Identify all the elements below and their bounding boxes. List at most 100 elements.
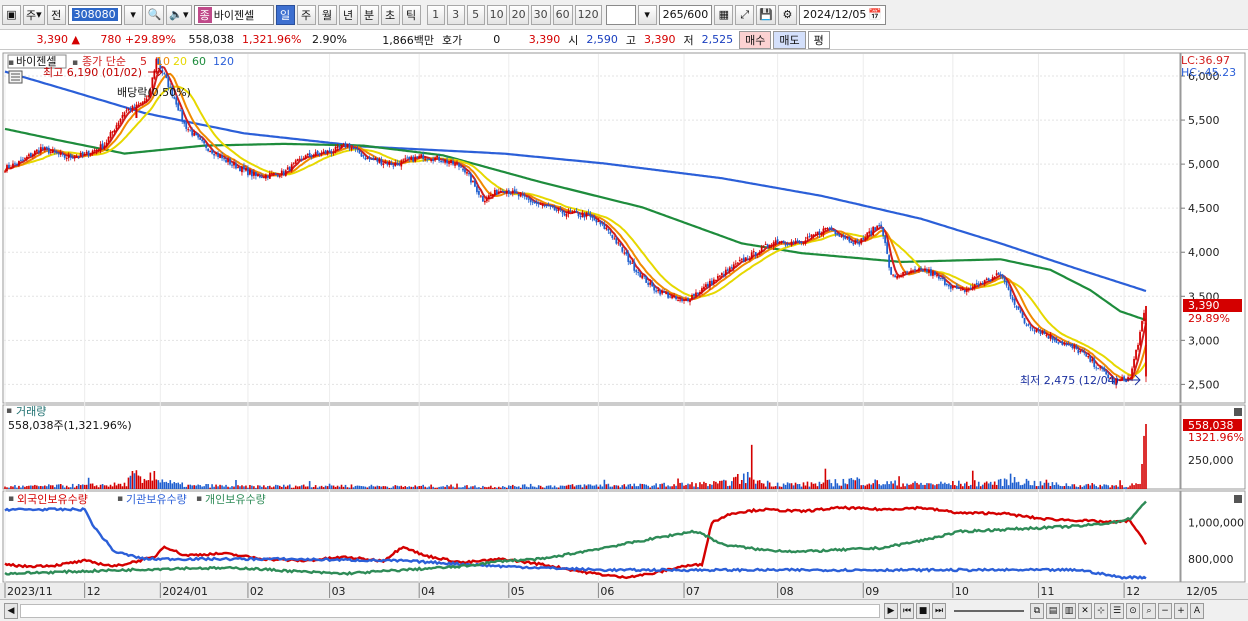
code-dropdown-icon[interactable]: ▾ — [123, 4, 143, 25]
volume-bar — [167, 483, 170, 489]
zoom-slider[interactable] — [954, 609, 1024, 612]
volume-bar — [948, 483, 950, 489]
speaker-icon[interactable]: 🔈▾ — [166, 4, 192, 25]
scroll-left-icon[interactable]: ◀ — [4, 602, 18, 619]
candle-body — [378, 159, 381, 163]
candle-body — [1101, 367, 1104, 369]
horizontal-scrollbar[interactable] — [20, 603, 880, 618]
volume-bar — [790, 483, 793, 489]
interval-dropdown-icon[interactable]: ▾ — [637, 4, 657, 25]
volume-bar — [519, 487, 522, 489]
volume-bar — [344, 484, 347, 489]
market-select[interactable]: 주 ▾ — [23, 4, 45, 25]
volume-bar — [717, 483, 719, 489]
search-icon[interactable]: 🔍 — [144, 4, 165, 25]
volume-panel-close-icon[interactable] — [1234, 408, 1242, 416]
eval-button[interactable]: 평 — [807, 30, 830, 49]
candle-body — [456, 163, 458, 165]
period-tab[interactable]: 년 — [338, 4, 358, 25]
count-field[interactable]: 265/600 — [658, 4, 713, 25]
volume-bar — [583, 484, 586, 489]
candle-body — [237, 167, 239, 169]
interval-button[interactable]: 30 — [530, 4, 551, 25]
period-tab[interactable]: 초 — [380, 4, 400, 25]
candle-body — [356, 148, 359, 150]
interval-button[interactable]: 60 — [552, 4, 573, 25]
zoom-out-icon[interactable]: − — [1158, 602, 1172, 619]
volume-bar — [237, 485, 239, 489]
candle-body — [641, 275, 644, 279]
period-tab[interactable]: 틱 — [401, 4, 421, 25]
volume-bar — [59, 484, 62, 489]
volume-bar — [101, 484, 104, 489]
stop-icon[interactable]: ■ — [916, 602, 930, 619]
interval-button[interactable]: 20 — [508, 4, 529, 25]
cross-icon[interactable]: ✕ — [1078, 602, 1092, 619]
name-field[interactable]: 종 바이젠셀 — [193, 4, 274, 25]
volume-bar — [796, 484, 799, 489]
prev-button[interactable]: 전 — [46, 4, 66, 25]
candle-body — [29, 153, 32, 157]
interval-button[interactable]: 10 — [486, 4, 507, 25]
chart-type-icon[interactable]: ▤ — [1046, 602, 1060, 619]
date-field[interactable]: 2024/12/05 📅 — [798, 4, 887, 25]
volume-bar — [187, 484, 189, 489]
interval-button[interactable]: 3 — [446, 4, 465, 25]
period-tab[interactable]: 분 — [359, 4, 379, 25]
interval-button[interactable]: 1 — [426, 4, 445, 25]
custom-interval-input[interactable] — [605, 4, 636, 25]
font-size-icon[interactable]: A — [1190, 602, 1204, 619]
period-tab[interactable]: 일 — [275, 4, 295, 25]
interval-button[interactable]: 120 — [574, 4, 602, 25]
candle-body — [438, 156, 440, 161]
candle-body — [288, 166, 291, 172]
volume-bar — [625, 486, 628, 489]
holdings-panel-close-icon[interactable] — [1234, 495, 1242, 503]
candle-body — [119, 118, 122, 123]
compare-icon[interactable]: ▥ — [1062, 602, 1076, 619]
volume-value: 558,038 — [188, 33, 235, 46]
save-icon[interactable]: 💾 — [756, 4, 776, 25]
volume-bar — [756, 480, 759, 489]
magnifier-icon[interactable]: ⌕ — [1142, 602, 1156, 619]
chart-area[interactable]: 6,0005,5005,0004,5004,0003,5003,0002,500… — [0, 52, 1248, 599]
calendar-icon[interactable]: 📅 — [868, 8, 882, 21]
candle-body — [1093, 358, 1096, 367]
candle-body — [943, 279, 946, 285]
list-icon[interactable]: ☰ — [1110, 602, 1124, 619]
volume-bar — [137, 475, 140, 489]
crosshair-icon[interactable]: ⊹ — [1094, 602, 1108, 619]
grid-icon[interactable]: ▦ — [714, 4, 734, 25]
pin-icon[interactable]: ⊙ — [1126, 602, 1140, 619]
candle-body — [549, 204, 552, 207]
buy-button[interactable]: 매수 — [739, 30, 772, 49]
layout-icon[interactable]: ▣ — [2, 4, 21, 25]
volume-bar — [488, 486, 490, 489]
volume-bar — [912, 482, 914, 489]
gear-icon[interactable]: ⚙ — [777, 4, 797, 25]
volume-bar — [163, 482, 166, 489]
sell-button[interactable]: 매도 — [773, 30, 806, 49]
candle-body — [585, 212, 588, 217]
volume-bar — [738, 483, 741, 489]
volume-bar — [1049, 486, 1052, 489]
volume-bar — [824, 468, 827, 489]
candle-body — [571, 212, 574, 214]
candle-body — [643, 275, 646, 277]
first-page-icon[interactable]: ⏮ — [900, 602, 914, 619]
candle-body — [748, 258, 751, 261]
tools-icon[interactable]: ⤢ — [735, 4, 755, 25]
scroll-right-icon[interactable]: ▶ — [884, 602, 898, 619]
split-icon[interactable]: ⧉ — [1030, 602, 1044, 619]
zoom-in-icon[interactable]: + — [1174, 602, 1188, 619]
volume-bar — [977, 481, 980, 489]
period-tab[interactable]: 주 — [296, 4, 316, 25]
interval-button[interactable]: 5 — [466, 4, 485, 25]
volume-bar — [231, 486, 233, 489]
candle-body — [722, 274, 725, 277]
volume-bar — [292, 487, 295, 489]
candle-body — [117, 122, 120, 126]
period-tab[interactable]: 월 — [317, 4, 337, 25]
last-page-icon[interactable]: ⏭ — [932, 602, 946, 619]
code-input[interactable]: 308080 — [67, 4, 122, 25]
